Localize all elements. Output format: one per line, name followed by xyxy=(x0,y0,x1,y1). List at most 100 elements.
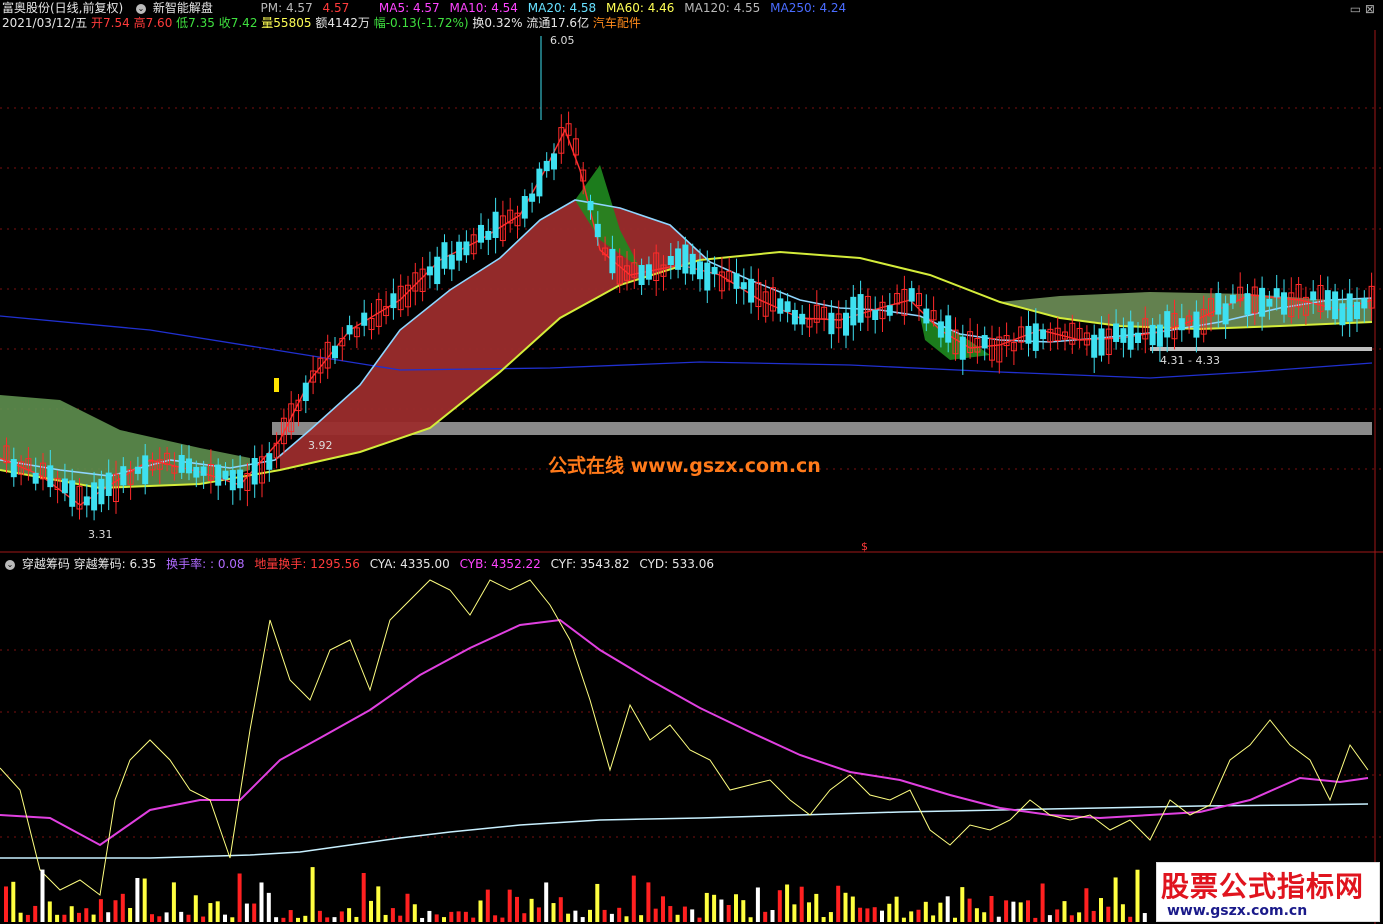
volume-bar xyxy=(573,910,578,922)
quote-sector[interactable]: 汽车配件 xyxy=(593,16,641,30)
window-buttons-icon[interactable]: ▭ ⊠ xyxy=(1350,2,1375,16)
candlestick xyxy=(448,254,455,270)
candlestick xyxy=(1040,329,1047,340)
volume-bar xyxy=(347,908,352,922)
dropdown-icon[interactable]: ⌄ xyxy=(136,3,147,14)
volume-bar xyxy=(755,887,760,922)
volume-bar xyxy=(828,912,833,922)
volume-bar xyxy=(1113,877,1118,922)
brand-url: www.gszx.com.cn xyxy=(1167,903,1308,919)
volume-bar xyxy=(142,878,147,922)
volume-bar xyxy=(77,912,81,922)
range-label: 4.31 - 4.33 xyxy=(1160,354,1220,367)
volume-bar xyxy=(836,885,841,922)
candlestick xyxy=(1098,328,1105,356)
volume-bar xyxy=(412,904,417,922)
volume-bar xyxy=(931,915,936,922)
volume-bar xyxy=(748,917,753,922)
cyf-value: CYF: 3543.82 xyxy=(550,557,630,571)
volume-bar xyxy=(675,914,680,922)
candlestick xyxy=(332,345,338,359)
volume-bar xyxy=(25,914,30,922)
candlestick xyxy=(959,336,966,360)
candlestick xyxy=(1324,290,1331,311)
candlestick xyxy=(1193,311,1200,338)
volume-bar xyxy=(463,911,468,922)
candlestick xyxy=(1127,321,1134,350)
candlestick xyxy=(426,266,433,276)
volume-bar xyxy=(945,896,950,922)
pm-value-2: 4.57 xyxy=(322,1,350,15)
volume-bar xyxy=(106,912,111,922)
candlestick xyxy=(748,278,755,303)
volume-bar xyxy=(164,912,169,922)
selector-icon[interactable]: ⌄ xyxy=(5,559,15,570)
volume-bar xyxy=(814,893,819,922)
volume-bar xyxy=(339,911,344,922)
volume-bar xyxy=(128,908,133,922)
quote-row: 2021/03/12/五 开7.54 高7.60 低7.35 收7.42 量55… xyxy=(2,16,641,30)
cyf-line xyxy=(0,803,1369,859)
candlestick xyxy=(120,466,127,486)
volume-bar xyxy=(704,892,709,922)
candlestick xyxy=(346,325,353,335)
volume-bar xyxy=(478,900,483,922)
volume-bar xyxy=(317,910,322,922)
volume-bar xyxy=(405,893,410,922)
volume-bar xyxy=(690,909,695,922)
volume-bar xyxy=(493,915,498,922)
candlestick xyxy=(638,265,645,285)
candlestick xyxy=(1354,301,1360,320)
quote-date: 2021/03/12/五 xyxy=(2,16,88,30)
quote-close: 收7.42 xyxy=(218,16,258,30)
volume-bar xyxy=(996,916,1001,922)
candlestick xyxy=(689,253,696,275)
candlestick xyxy=(390,293,397,309)
candlestick xyxy=(1215,293,1222,315)
volume-bar xyxy=(11,881,16,922)
volume-bar xyxy=(872,907,877,922)
candlestick xyxy=(1113,323,1120,342)
volume-bar xyxy=(777,890,782,922)
volume-bar xyxy=(909,911,914,922)
peak-price-label: 6.05 xyxy=(550,34,575,47)
volume-bar xyxy=(274,917,279,922)
quote-float: 流通17.6亿 xyxy=(526,16,590,30)
volume-bar xyxy=(288,910,293,922)
indicator-name[interactable]: 新智能解盘 xyxy=(153,1,213,15)
stock-chart-window: 富奥股份(日线,前复权) ⌄ 新智能解盘 PM: 4.57 4.57 MA5: … xyxy=(0,0,1383,924)
volume-bar xyxy=(1120,904,1125,922)
ground-value: 1295.56 xyxy=(310,557,360,571)
volume-bar xyxy=(390,908,395,922)
candlestick xyxy=(1178,318,1185,331)
volume-bar xyxy=(901,917,906,922)
volume-bar xyxy=(668,906,673,922)
candlestick xyxy=(1156,324,1163,347)
volume-bar xyxy=(485,889,490,922)
candlestick xyxy=(945,315,952,343)
stock-name[interactable]: 富奥股份(日线,前复权) xyxy=(2,1,123,15)
volume-bar xyxy=(602,909,607,922)
volume-bar xyxy=(230,917,235,922)
candlestick xyxy=(456,241,463,261)
volume-bar xyxy=(566,913,571,922)
volume-bar xyxy=(807,902,811,922)
volume-bar xyxy=(741,900,746,922)
volume-bar xyxy=(1040,883,1045,922)
volume-bar xyxy=(398,915,403,922)
volume-bar xyxy=(208,903,213,922)
brand-title: 股票公式指标网 xyxy=(1161,870,1365,903)
candlestick xyxy=(587,200,594,211)
sub-title[interactable]: 穿越筹码 xyxy=(22,557,70,571)
volume-bar xyxy=(252,903,257,922)
volume-bar xyxy=(631,875,636,922)
candlestick xyxy=(193,466,200,478)
candlestick xyxy=(1120,328,1127,343)
ma20-value: MA20: 4.58 xyxy=(527,1,597,15)
volume-bar xyxy=(894,896,899,922)
candlestick xyxy=(777,298,784,314)
candlestick xyxy=(872,310,879,320)
volume-bar xyxy=(434,914,439,922)
volume-bar xyxy=(150,914,154,922)
pm-label: PM: xyxy=(260,1,283,15)
